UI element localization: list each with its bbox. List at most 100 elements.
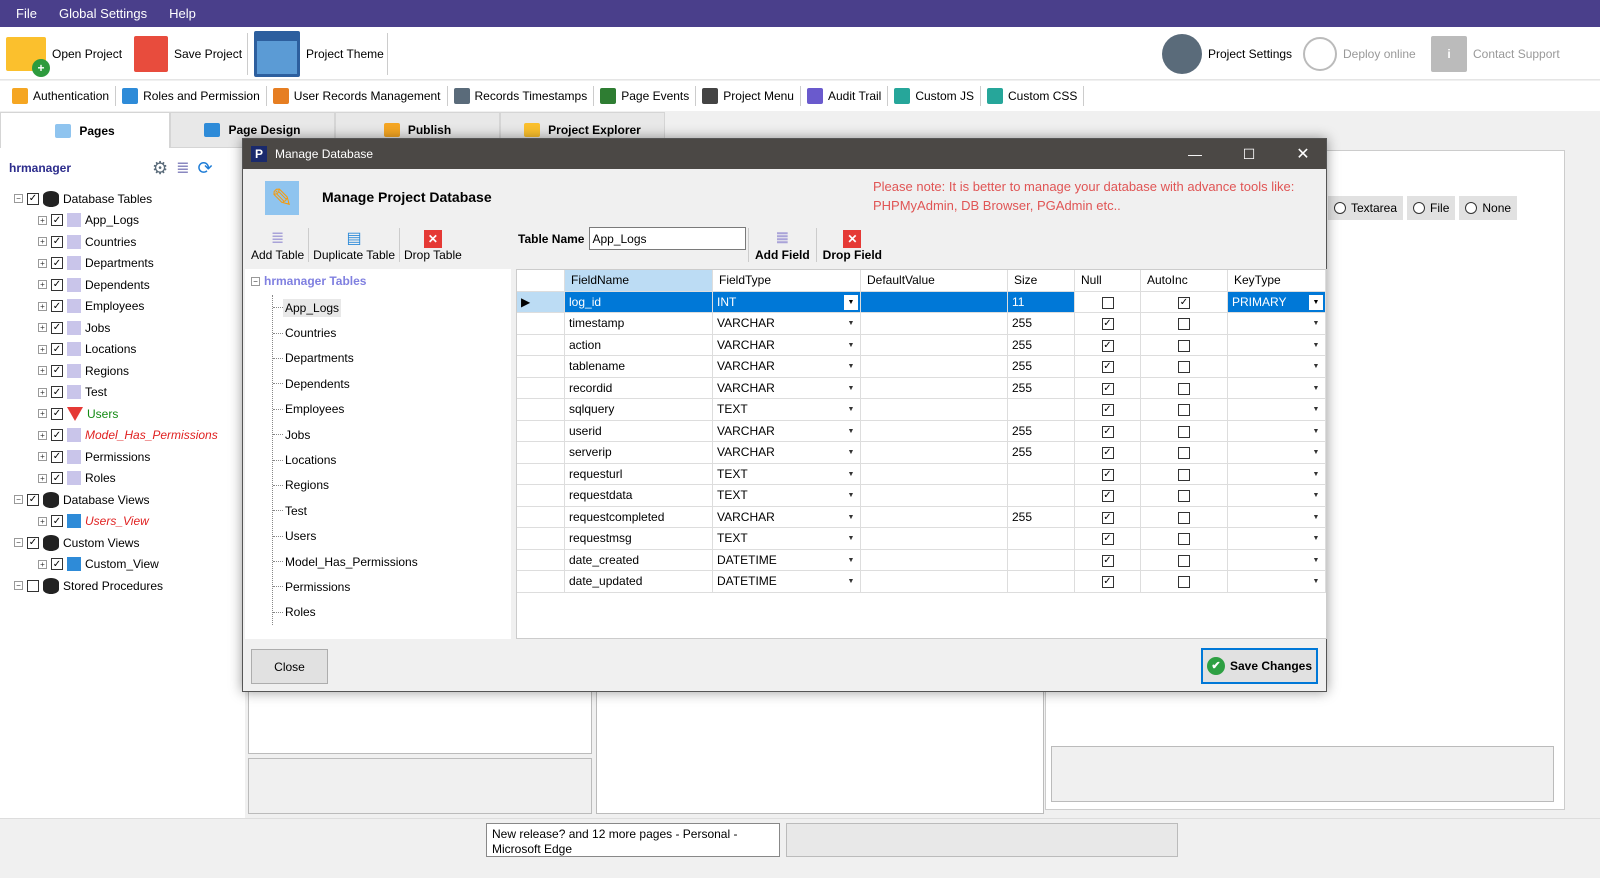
dropdown-arrow-icon[interactable]: ▼ — [844, 316, 858, 331]
cell-keytype[interactable]: ▼ — [1228, 420, 1326, 442]
checkbox[interactable]: ✓ — [1101, 447, 1114, 459]
dropdown-arrow-icon[interactable]: ▼ — [844, 424, 858, 439]
cell-fieldname[interactable]: requesturl — [565, 463, 713, 485]
checkbox[interactable] — [1178, 511, 1190, 524]
toolbar-authentication[interactable]: Authentication — [6, 86, 117, 106]
tree-item[interactable]: − Stored Procedures — [0, 575, 245, 597]
checkbox[interactable] — [1178, 318, 1190, 330]
cell-autoinc[interactable] — [1141, 549, 1228, 571]
cell-fieldname[interactable]: requestmsg — [565, 528, 713, 550]
cell-null[interactable]: ✓ — [1075, 571, 1141, 593]
maximize-button[interactable]: ☐ — [1226, 146, 1272, 163]
cell-fieldname[interactable]: date_updated — [565, 571, 713, 593]
cell-autoinc[interactable] — [1141, 313, 1228, 335]
cell-fieldname[interactable]: sqlquery — [565, 399, 713, 421]
save-changes-button[interactable]: ✔ Save Changes — [1201, 648, 1318, 684]
column-header[interactable]: FieldType — [713, 270, 861, 292]
expand-toggle[interactable]: + — [38, 323, 47, 333]
dropdown-arrow-icon[interactable]: ▼ — [844, 381, 858, 396]
radio-none[interactable]: None — [1459, 196, 1518, 220]
cell-defaultvalue[interactable] — [861, 399, 1008, 421]
cell-defaultvalue[interactable] — [861, 313, 1008, 335]
checkbox[interactable]: ✓ — [1101, 361, 1114, 373]
dropdown-arrow-icon[interactable]: ▼ — [844, 488, 858, 503]
tree-item[interactable]: − ✓ Database Views — [0, 489, 245, 511]
refresh-icon[interactable]: ⟳ — [198, 158, 213, 179]
cell-keytype[interactable]: PRIMARY ▼ — [1228, 291, 1326, 313]
checkbox[interactable] — [1178, 361, 1190, 373]
cell-autoinc[interactable] — [1141, 571, 1228, 593]
cell-defaultvalue[interactable] — [861, 377, 1008, 399]
dropdown-arrow-icon[interactable]: ▼ — [844, 338, 858, 353]
expand-toggle[interactable]: + — [38, 301, 47, 311]
expand-toggle[interactable]: + — [38, 430, 47, 440]
tree-checkbox[interactable]: ✓ — [51, 300, 63, 313]
tree-checkbox[interactable] — [27, 579, 39, 592]
tree-item[interactable]: + ✓ Users_View — [0, 511, 245, 533]
drop-field-button[interactable]: ✕ Drop Field — [817, 230, 888, 262]
dropdown-arrow-icon[interactable]: ▼ — [1309, 338, 1323, 353]
cell-null[interactable]: ✓ — [1075, 528, 1141, 550]
cell-keytype[interactable]: ▼ — [1228, 442, 1326, 464]
tree-item[interactable]: + ✓ Custom_View — [0, 554, 245, 576]
cell-autoinc[interactable] — [1141, 420, 1228, 442]
tree-item[interactable]: + ✓ Departments — [0, 253, 245, 275]
cell-fieldtype[interactable]: TEXT ▼ — [713, 463, 861, 485]
row-header[interactable] — [517, 442, 565, 464]
expand-toggle[interactable]: + — [38, 516, 47, 526]
tree-item[interactable]: + ✓ Test — [0, 382, 245, 404]
checkbox[interactable] — [1101, 296, 1114, 309]
toolbar-roles-and-permission[interactable]: Roles and Permission — [116, 86, 267, 106]
cell-defaultvalue[interactable] — [861, 571, 1008, 593]
checkbox[interactable]: ✓ — [1101, 425, 1114, 438]
table-list-item[interactable]: Departments — [273, 346, 420, 371]
cell-keytype[interactable]: ▼ — [1228, 528, 1326, 550]
cell-null[interactable]: ✓ — [1075, 356, 1141, 378]
table-row[interactable]: userid VARCHAR ▼ 255 ✓ ▼ — [517, 420, 1328, 442]
cell-size[interactable] — [1008, 549, 1075, 571]
tree-item[interactable]: + ✓ Locations — [0, 339, 245, 361]
toolbar-custom-css[interactable]: Custom CSS — [981, 86, 1085, 106]
row-header[interactable] — [517, 399, 565, 421]
expand-toggle[interactable]: − — [14, 495, 23, 505]
tree-checkbox[interactable]: ✓ — [51, 214, 63, 227]
dropdown-arrow-icon[interactable]: ▼ — [844, 553, 858, 568]
cell-autoinc[interactable] — [1141, 506, 1228, 528]
cell-fieldname[interactable]: userid — [565, 420, 713, 442]
cell-autoinc[interactable] — [1141, 377, 1228, 399]
checkbox[interactable]: ✓ — [1101, 382, 1114, 395]
menu-global-settings[interactable]: Global Settings — [59, 6, 147, 21]
tree-checkbox[interactable]: ✓ — [51, 278, 63, 291]
tree-checkbox[interactable]: ✓ — [27, 493, 39, 506]
table-list-item[interactable]: Test — [273, 498, 420, 523]
table-list-item[interactable]: Users — [273, 524, 420, 549]
table-list-item[interactable]: Locations — [273, 447, 420, 472]
cell-null[interactable]: ✓ — [1075, 485, 1141, 507]
cell-fieldtype[interactable]: DATETIME ▼ — [713, 571, 861, 593]
dropdown-arrow-icon[interactable]: ▼ — [1309, 359, 1323, 374]
tree-checkbox[interactable]: ✓ — [51, 429, 63, 442]
cell-defaultvalue[interactable] — [861, 528, 1008, 550]
cell-null[interactable]: ✓ — [1075, 313, 1141, 335]
expand-toggle[interactable]: + — [38, 344, 47, 354]
cell-defaultvalue[interactable] — [861, 549, 1008, 571]
checkbox[interactable] — [1178, 468, 1190, 481]
settings-icon[interactable]: ⚙ — [152, 158, 168, 179]
cell-size[interactable]: 255 — [1008, 334, 1075, 356]
dropdown-arrow-icon[interactable]: ▼ — [844, 359, 858, 374]
radio-textarea[interactable]: Textarea — [1328, 196, 1404, 220]
cell-size[interactable]: 255 — [1008, 356, 1075, 378]
tree-checkbox[interactable]: ✓ — [51, 450, 63, 463]
toolbar-audit-trail[interactable]: Audit Trail — [801, 86, 889, 106]
cell-size[interactable]: 255 — [1008, 442, 1075, 464]
tree-item[interactable]: + ✓ Permissions — [0, 446, 245, 468]
column-header[interactable]: Null — [1075, 270, 1141, 292]
toolbar-custom-js[interactable]: Custom JS — [888, 86, 982, 106]
table-list-item[interactable]: Roles — [273, 600, 420, 625]
cell-fieldtype[interactable]: VARCHAR ▼ — [713, 442, 861, 464]
cell-keytype[interactable]: ▼ — [1228, 377, 1326, 399]
cell-fieldtype[interactable]: VARCHAR ▼ — [713, 420, 861, 442]
cell-size[interactable] — [1008, 571, 1075, 593]
cell-fieldname[interactable]: recordid — [565, 377, 713, 399]
tree-checkbox[interactable]: ✓ — [51, 235, 63, 248]
